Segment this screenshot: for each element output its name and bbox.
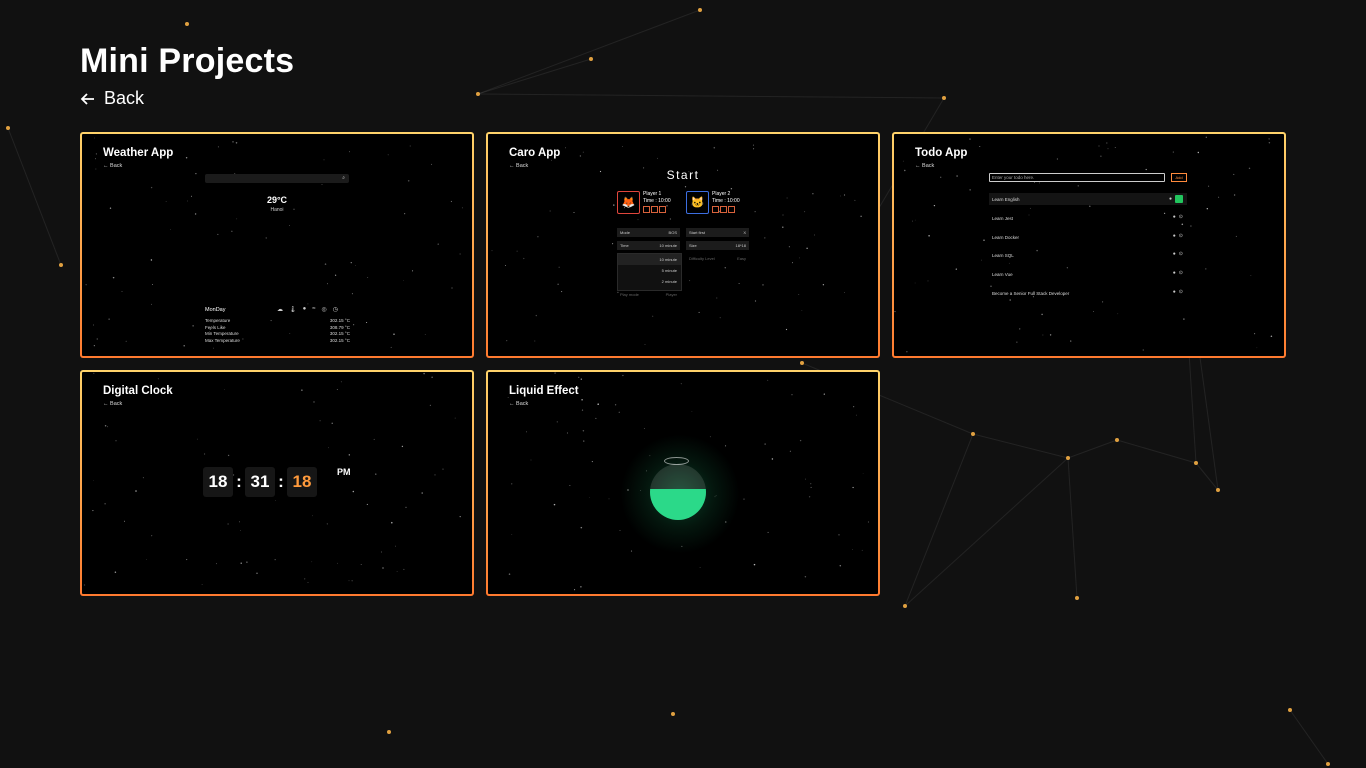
card-back-link[interactable]: ← Back <box>509 401 528 407</box>
check-icon[interactable]: ⊙ <box>1179 251 1183 257</box>
list-item[interactable]: Learn Jest ● ⊙ <box>989 212 1187 224</box>
list-item[interactable]: Learn Vue ● ⊙ <box>989 268 1187 280</box>
card-back-link[interactable]: ← Back <box>103 163 122 169</box>
search-input[interactable]: ⌕ <box>205 174 349 183</box>
start-first-select[interactable]: Start first X <box>686 228 749 237</box>
flask-neck <box>664 457 689 465</box>
mode-select[interactable]: Mode BOS <box>617 228 680 237</box>
card-back-link[interactable]: ← Back <box>915 163 934 169</box>
player-1-panel: 🦊 Player 1 Time : 10:00 <box>617 191 671 214</box>
clock-display: 18 : 31 : 18 <box>203 467 317 497</box>
weather-details: Temperature 302.15 °C Feels Like 308.79 °C… <box>205 318 350 344</box>
location-icon: ◎ <box>321 307 327 313</box>
card-title: Digital Clock <box>103 385 173 397</box>
clock-ampm: PM <box>337 467 351 477</box>
back-button[interactable]: Back <box>80 88 144 109</box>
dropdown-option[interactable]: 5 minute <box>618 265 681 276</box>
search-icon[interactable]: ⌕ <box>342 175 345 181</box>
time-select[interactable]: Time 10 minute <box>617 241 680 250</box>
drop-icon: ● <box>302 306 307 312</box>
weather-icons: ☁ 🌡︎ ● ≈ ◎ ◷ <box>277 306 338 313</box>
flask <box>650 464 706 520</box>
cloud-icon: ☁ <box>277 307 283 313</box>
check-icon[interactable]: ⊙ <box>1179 289 1183 295</box>
delete-icon[interactable]: ● <box>1173 289 1176 295</box>
clock-separator: : <box>236 472 242 491</box>
check-icon[interactable] <box>1175 195 1183 203</box>
back-label: Back <box>104 88 145 108</box>
difficulty-select[interactable]: Difficulty Level Easy <box>686 254 749 263</box>
dropdown-option[interactable]: 2 minute <box>618 276 681 287</box>
player-2-panel: 🐱 Player 2 Time : 10:00 <box>686 191 740 214</box>
play-mode-select[interactable]: Play mode Player <box>617 290 680 299</box>
arrow-left-icon <box>80 92 94 105</box>
starfield <box>894 136 1273 353</box>
list-item: Max Temperature 302.15 °C <box>205 337 350 343</box>
time-dropdown[interactable]: 10 minute 5 minute 2 minute <box>617 253 682 291</box>
wind-icon: ≈ <box>312 306 316 312</box>
card-digital-clock[interactable]: Digital Clock ← Back 18 : 31 : 18 PM <box>80 370 474 596</box>
temperature-value: 29°C <box>266 195 288 205</box>
check-icon[interactable]: ⊙ <box>1179 214 1183 220</box>
check-icon[interactable]: ⊙ <box>1179 233 1183 239</box>
start-button[interactable]: Start <box>488 168 878 182</box>
card-liquid-effect[interactable]: Liquid Effect ← Back <box>486 370 880 596</box>
delete-icon[interactable]: ● <box>1173 270 1176 276</box>
list-item[interactable]: Learn Docker ● ⊙ <box>989 231 1187 243</box>
avatar: 🐱 <box>686 191 709 214</box>
delete-icon[interactable]: ● <box>1173 214 1176 220</box>
check-icon[interactable]: ⊙ <box>1179 270 1183 276</box>
card-title: Weather App <box>103 147 174 159</box>
card-todo-app[interactable]: Todo App ← Back Enter your todo here. Ad… <box>892 132 1286 358</box>
dropdown-option[interactable]: 10 minute <box>618 254 681 265</box>
list-item[interactable]: Learn English ● <box>989 193 1187 205</box>
card-title: Todo App <box>915 147 968 159</box>
list-item[interactable]: Learn SQL ● ⊙ <box>989 249 1187 261</box>
day-label: MonDay <box>205 307 226 313</box>
list-item[interactable]: Become a Senior Full Stack Developer ● ⊙ <box>989 287 1187 299</box>
card-back-link[interactable]: ← Back <box>103 401 122 407</box>
delete-icon[interactable]: ● <box>1169 196 1172 202</box>
delete-icon[interactable]: ● <box>1173 233 1176 239</box>
liquid-fill <box>650 489 706 520</box>
clock-seconds: 18 <box>287 467 317 497</box>
card-title: Liquid Effect <box>509 385 579 397</box>
thermometer-icon: 🌡︎ <box>289 307 297 313</box>
card-weather-app[interactable]: Weather App ← Back ⌕ 29°C Hanoi MonDay ☁… <box>80 132 474 358</box>
page-title: Mini Projects <box>80 42 295 80</box>
clock-minutes: 31 <box>245 467 275 497</box>
card-title: Caro App <box>509 147 561 159</box>
delete-icon[interactable]: ● <box>1173 251 1176 257</box>
size-select[interactable]: Size 18*18 <box>686 241 749 250</box>
clock-hours: 18 <box>203 467 233 497</box>
avatar: 🦊 <box>617 191 640 214</box>
city-name: Hanoi <box>270 207 284 213</box>
todo-input[interactable]: Enter your todo here. <box>989 173 1165 182</box>
clock-separator: : <box>278 472 284 491</box>
card-caro-app[interactable]: Caro App ← Back Start 🦊 Player 1 Time : … <box>486 132 880 358</box>
clock-icon: ◷ <box>332 307 339 313</box>
add-button[interactable]: Add <box>1171 173 1187 182</box>
